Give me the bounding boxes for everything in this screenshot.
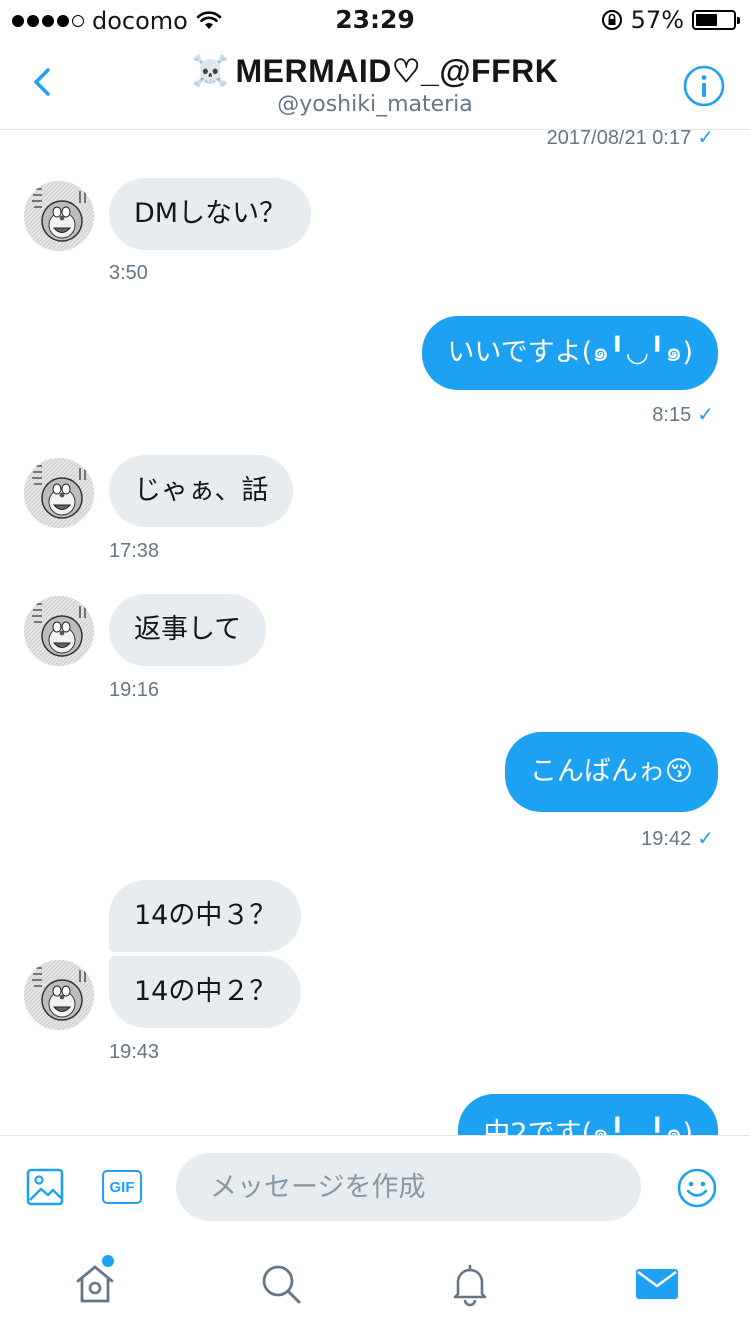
status-bar: docomo 23:29 57% (0, 0, 750, 40)
gif-button[interactable]: GIF (102, 1170, 142, 1204)
emoji-icon[interactable] (676, 1167, 718, 1209)
battery-percent: 57% (630, 6, 684, 34)
message-time: 19:16 (109, 679, 160, 701)
search-icon[interactable] (258, 1261, 304, 1307)
incoming-message[interactable]: 14の中２？ (109, 956, 302, 1028)
bell-icon[interactable] (447, 1261, 493, 1307)
incoming-message[interactable]: 14の中３？ (109, 880, 302, 952)
read-check-icon: ✓ (697, 828, 714, 850)
tab-bar (0, 1237, 750, 1334)
conversation-handle: @yoshiki_materia (277, 92, 473, 117)
status-right: 57% (601, 6, 740, 34)
sender-avatar[interactable] (24, 596, 94, 666)
incoming-message[interactable]: DMしない？ (109, 178, 312, 250)
message-time: 19:43 (109, 1041, 160, 1063)
message-time: 17:38 (109, 540, 160, 562)
conversation-title: MERMAID♡_@FFRK (235, 53, 559, 89)
message-thread[interactable]: 2017/08/21 0:17 ✓ DMしない？ 3:50 いいですよ(๑╹◡╹๑… (0, 130, 750, 1135)
home-icon[interactable] (72, 1261, 118, 1307)
outgoing-message[interactable]: 中2です(๑╹◡╹๑) (458, 1094, 718, 1135)
incoming-message[interactable]: じゃぁ、話 (109, 455, 294, 527)
sender-avatar[interactable] (24, 458, 94, 528)
message-time: 8:15 ✓ (652, 404, 714, 426)
conversation-header: ☠️ MERMAID♡_@FFRK @yoshiki_materia (0, 40, 750, 130)
message-timestamp: 2017/08/21 0:17 ✓ (547, 130, 714, 150)
message-input[interactable] (176, 1153, 641, 1221)
home-new-dot (102, 1255, 114, 1267)
message-time: 3:50 (109, 262, 148, 284)
skull-emoji: ☠️ (191, 54, 230, 88)
battery-icon (692, 10, 740, 30)
rotation-lock-icon (601, 10, 622, 30)
outgoing-message[interactable]: いいですよ(๑╹◡╹๑) (422, 316, 718, 390)
outgoing-message[interactable]: こんばんゎ😚 (504, 732, 718, 812)
read-check-icon: ✓ (697, 130, 714, 149)
sender-avatar[interactable] (24, 181, 94, 251)
conversation-title-block[interactable]: ☠️ MERMAID♡_@FFRK @yoshiki_materia (0, 52, 750, 117)
read-check-icon: ✓ (697, 404, 714, 426)
image-icon[interactable] (26, 1168, 64, 1206)
message-composer: GIF (0, 1135, 750, 1237)
info-icon[interactable] (682, 64, 726, 108)
message-time: 19:42 ✓ (641, 828, 714, 850)
incoming-message[interactable]: 返事して (109, 594, 267, 666)
messages-icon[interactable] (634, 1261, 680, 1307)
sender-avatar[interactable] (24, 960, 94, 1030)
